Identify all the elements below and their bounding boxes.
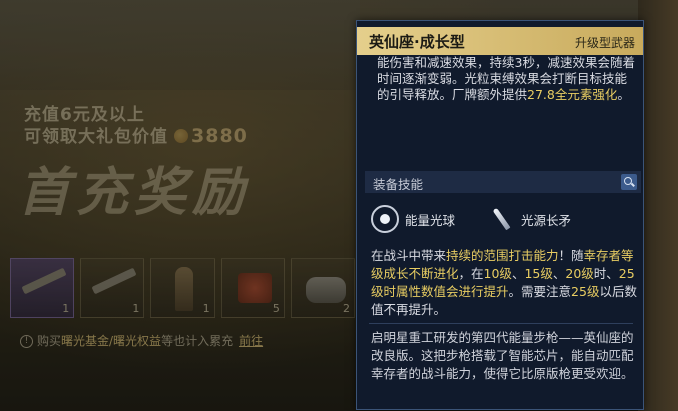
desc-highlight: 10级	[483, 266, 512, 281]
skill-label: 光源长矛	[521, 212, 572, 228]
desc-text: ，在	[458, 266, 484, 281]
weapon-description-top: 能伤害和减速效果，持续3秒，减速效果会随着时间逐渐变弱。光粒束缚效果会打断目标技…	[377, 55, 639, 103]
weapon-lore: 启明星重工研发的第四代能量步枪——英仙座的改良版。这把步枪搭载了智能芯片，能自动…	[371, 330, 634, 381]
desc-top-highlight: 27.8全元素强化	[527, 87, 618, 102]
desc-text: 、	[511, 266, 525, 281]
light-spear-icon	[487, 205, 515, 233]
weapon-name: 英仙座·成长型	[369, 33, 465, 51]
energy-orb-icon	[371, 205, 399, 233]
divider	[369, 323, 633, 324]
weapon-growth-description: 在战斗中带来持续的范围打击能力！随幸存者等级成长不断进化，在10级、15级、20…	[371, 247, 637, 319]
search-icon[interactable]	[621, 174, 637, 190]
desc-highlight: 时属性数值会进行提升	[383, 284, 509, 299]
desc-highlight: 15级	[524, 266, 553, 281]
skill-label: 能量光球	[405, 212, 456, 228]
desc-text: 。需要注意	[508, 284, 572, 299]
desc-text: ！随	[558, 248, 584, 263]
desc-highlight: 20级	[565, 266, 594, 281]
desc-top-end: 。	[617, 87, 630, 102]
desc-text: 时、	[593, 266, 619, 281]
desc-highlight: 持续的范围打击能力	[446, 248, 559, 263]
desc-highlight: 25级	[571, 284, 600, 299]
panel-header: 英仙座·成长型 升级型武器	[357, 27, 643, 55]
skill-energy-orb[interactable]: 能量光球	[371, 205, 455, 233]
equipment-skills-header: 装备技能	[365, 171, 641, 193]
equipment-skills-label: 装备技能	[373, 177, 424, 192]
skill-light-spear[interactable]: 光源长矛	[487, 205, 571, 233]
weapon-type-tag: 升级型武器	[574, 36, 635, 50]
desc-text: 在战斗中带来	[371, 248, 447, 263]
weapon-tooltip-panel: 能伤害和减速效果，持续3秒，减速效果会随着时间逐渐变弱。光粒束缚效果会打断目标技…	[356, 20, 644, 410]
desc-text: 、	[552, 266, 566, 281]
skill-list: 能量光球 光源长矛	[371, 205, 571, 233]
